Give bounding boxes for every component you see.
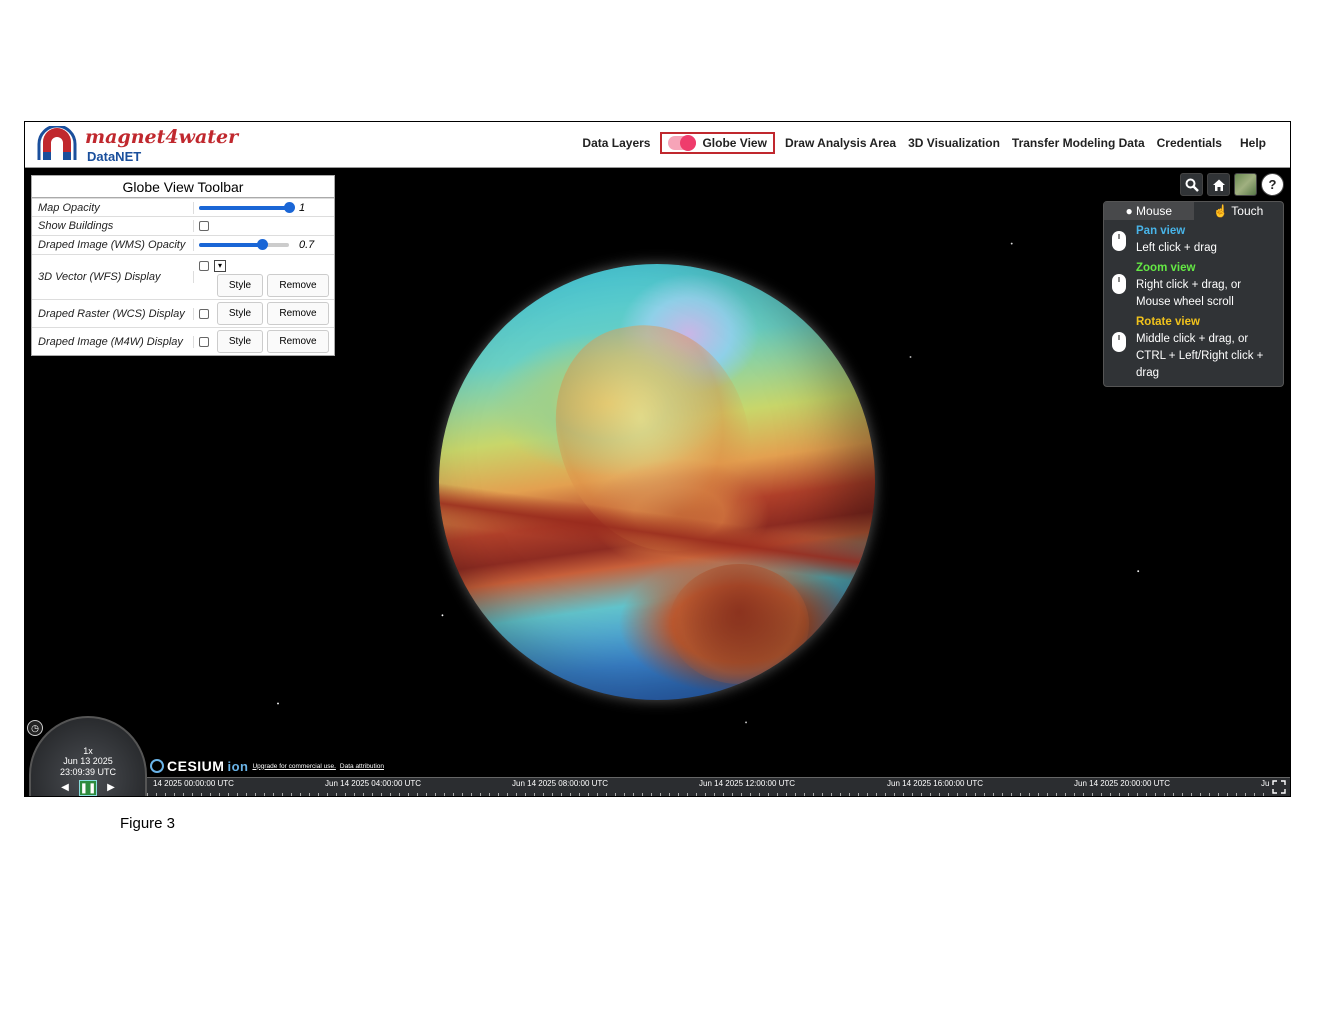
nav-transfer-modeling-data[interactable]: Transfer Modeling Data xyxy=(1006,132,1151,154)
navigation-help-panel: ● Mouse ☝ Touch Pan view Left click + dr… xyxy=(1103,201,1284,387)
main-nav: Data Layers Globe View Draw Analysis Are… xyxy=(576,132,1272,154)
clock-time: 23:09:39 UTC xyxy=(59,767,117,777)
clock-speed: 1x xyxy=(83,746,93,756)
mouse-right-icon xyxy=(1112,274,1126,294)
timeline-label: Jun 14 2025 20:00:00 UTC xyxy=(1074,779,1171,788)
globe-landmass-south xyxy=(669,564,809,684)
timeline-label: Jun 14 2025 16:00:00 UTC xyxy=(887,779,984,788)
pan-view-text: Left click + drag xyxy=(1136,242,1217,254)
wfs-display-label: 3D Vector (WFS) Display xyxy=(32,271,194,283)
map-opacity-slider-handle[interactable] xyxy=(284,201,295,213)
map-opacity-row: Map Opacity 1 xyxy=(32,198,334,216)
wms-opacity-slider[interactable] xyxy=(199,239,289,250)
map-opacity-label: Map Opacity xyxy=(32,201,194,214)
nav-globe-view[interactable]: Globe View xyxy=(660,132,775,154)
top-header: magnet4water DataNET Data Layers Globe V… xyxy=(25,122,1290,168)
wfs-remove-button[interactable]: Remove xyxy=(267,273,329,297)
search-icon[interactable] xyxy=(1180,173,1203,196)
upgrade-link[interactable]: Upgrade for commercial use. xyxy=(252,763,335,770)
figure-caption: Figure 3 xyxy=(120,815,176,832)
imagery-layer-icon[interactable] xyxy=(1234,173,1257,196)
globe-view-toggle[interactable] xyxy=(668,135,697,151)
pan-view-help: Pan view Left click + drag xyxy=(1104,220,1283,257)
nav-globe-view-label: Globe View xyxy=(702,136,767,150)
m4w-display-checkbox[interactable] xyxy=(199,336,209,347)
nav-help[interactable]: Help xyxy=(1234,132,1272,154)
fullscreen-icon[interactable] xyxy=(1272,780,1288,796)
home-icon[interactable] xyxy=(1207,173,1230,196)
m4w-remove-button[interactable]: Remove xyxy=(267,330,329,353)
pause-button[interactable]: ❚❚ xyxy=(79,780,97,796)
zoom-view-help: Zoom view Right click + drag, or Mouse w… xyxy=(1104,257,1283,311)
timeline-label: Jun 14 2025 12:00:00 UTC xyxy=(699,779,796,788)
clock-icon[interactable]: ◷ xyxy=(27,720,43,736)
wms-opacity-value: 0.7 xyxy=(299,239,315,251)
nav-credentials[interactable]: Credentials xyxy=(1151,132,1228,154)
wfs-display-checkbox[interactable] xyxy=(199,260,209,271)
rotate-view-help: Rotate view Middle click + drag, or CTRL… xyxy=(1104,311,1283,386)
zoom-view-title: Zoom view xyxy=(1136,262,1196,274)
clock-date: Jun 13 2025 xyxy=(63,756,113,766)
globe-view-toolbar: Globe View Toolbar Map Opacity 1 Show Bu… xyxy=(31,175,335,356)
play-reverse-button[interactable]: ◀ xyxy=(57,780,73,794)
nav-data-layers[interactable]: Data Layers xyxy=(576,132,656,154)
map-opacity-value: 1 xyxy=(299,201,306,214)
timeline[interactable]: 14 2025 00:00:00 UTC Jun 14 2025 04:00:0… xyxy=(147,777,1290,796)
brand-subtitle: DataNET xyxy=(87,149,142,164)
nav-3d-visualization[interactable]: 3D Visualization xyxy=(902,132,1006,154)
data-attribution-link[interactable]: Data attribution xyxy=(340,763,384,770)
cesium-toolbar: ? xyxy=(1180,173,1284,196)
rotate-view-title: Rotate view xyxy=(1136,316,1200,328)
cesium-logo: CESIUM ion xyxy=(150,758,248,774)
show-buildings-row: Show Buildings xyxy=(32,216,334,235)
magnet4water-logo xyxy=(37,126,77,160)
zoom-view-text: Right click + drag, or Mouse wheel scrol… xyxy=(1136,279,1242,308)
wcs-display-checkbox[interactable] xyxy=(199,308,209,319)
cesium-logo-icon xyxy=(150,759,164,773)
timeline-label: 14 2025 00:00:00 UTC xyxy=(153,779,234,788)
wcs-display-label: Draped Raster (WCS) Display xyxy=(32,307,194,320)
rotate-view-text: Middle click + drag, or CTRL + Left/Righ… xyxy=(1136,333,1264,379)
tab-touch[interactable]: ☝ Touch xyxy=(1194,202,1284,220)
wcs-display-row: Draped Raster (WCS) Display Style Remove xyxy=(32,299,334,327)
wfs-layer-dropdown[interactable]: ▾ xyxy=(214,259,226,272)
pan-view-title: Pan view xyxy=(1136,225,1186,237)
m4w-display-row: Draped Image (M4W) Display Style Remove xyxy=(32,327,334,355)
m4w-display-label: Draped Image (M4W) Display xyxy=(32,335,194,348)
wms-opacity-slider-handle[interactable] xyxy=(257,239,268,250)
wfs-style-button[interactable]: Style xyxy=(217,273,263,297)
m4w-style-button[interactable]: Style xyxy=(217,330,263,353)
mouse-middle-icon xyxy=(1112,332,1126,352)
timeline-label: Jun 14 2025 08:00:00 UTC xyxy=(512,779,609,788)
toolbar-title: Globe View Toolbar xyxy=(32,176,334,198)
wcs-remove-button[interactable]: Remove xyxy=(267,302,329,325)
wfs-display-row: 3D Vector (WFS) Display ▾ Style Remove xyxy=(32,254,334,299)
brand-name: magnet4water xyxy=(85,126,239,148)
play-forward-button[interactable]: ▶ xyxy=(103,780,119,794)
show-buildings-label: Show Buildings xyxy=(32,220,194,232)
cesium-credit: CESIUM ion Upgrade for commercial use. D… xyxy=(150,758,384,774)
wcs-style-button[interactable]: Style xyxy=(217,302,263,325)
tab-mouse[interactable]: ● Mouse xyxy=(1104,202,1194,220)
nav-draw-analysis-area[interactable]: Draw Analysis Area xyxy=(779,132,902,154)
help-icon[interactable]: ? xyxy=(1261,173,1284,196)
timeline-label: Ju xyxy=(1261,779,1270,788)
globe[interactable] xyxy=(439,264,875,700)
app-window: magnet4water DataNET Data Layers Globe V… xyxy=(24,121,1291,797)
wms-opacity-row: Draped Image (WMS) Opacity 0.7 xyxy=(32,235,334,254)
timeline-label: Jun 14 2025 04:00:00 UTC xyxy=(325,779,422,788)
mouse-left-icon xyxy=(1112,231,1126,251)
timeline-ticks xyxy=(147,793,1270,796)
show-buildings-checkbox[interactable] xyxy=(199,221,209,231)
wms-opacity-label: Draped Image (WMS) Opacity xyxy=(32,239,194,251)
map-opacity-slider[interactable] xyxy=(199,201,295,213)
